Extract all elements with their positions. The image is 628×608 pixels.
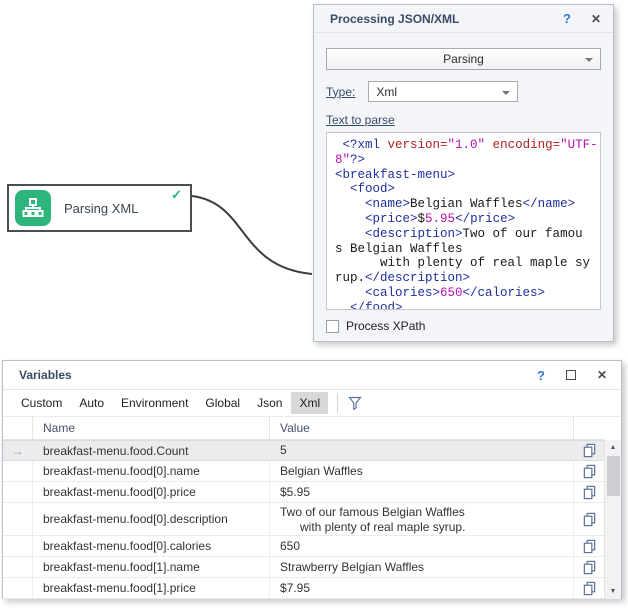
type-label[interactable]: Type: <box>326 85 355 99</box>
xml-line: <name>Belgian Waffles</name> <box>335 197 600 212</box>
xml-line: <food> <box>335 182 600 197</box>
variable-value: Two of our famous Belgian Waffles with p… <box>270 503 574 535</box>
table-row[interactable]: →breakfast-menu.food.Count5 <box>3 440 604 461</box>
scrollbar-thumb[interactable] <box>607 456 620 496</box>
chevron-down-icon <box>585 58 593 62</box>
copy-icon[interactable] <box>574 578 604 598</box>
variable-name: breakfast-menu.food.Count <box>33 441 270 460</box>
variables-table-body: →breakfast-menu.food.Count5breakfast-men… <box>3 440 621 599</box>
processing-dialog: Processing JSON/XML ? ✕ Parsing Type: Xm… <box>313 4 614 342</box>
tab-global[interactable]: Global <box>197 392 248 414</box>
variable-value: 5 <box>270 441 574 460</box>
action-dropdown-value: Parsing <box>327 52 600 66</box>
node-label: Parsing XML <box>64 201 138 216</box>
xml-line: rup.</description> <box>335 271 600 286</box>
column-header-value[interactable]: Value <box>270 417 574 439</box>
table-header: Name Value <box>3 417 604 440</box>
selected-row-marker-icon <box>3 482 33 502</box>
selected-row-marker-icon: → <box>3 441 33 460</box>
workflow-canvas: Parsing XML ✓ Processing JSON/XML ? ✕ Pa… <box>0 0 628 608</box>
close-button[interactable]: ✕ <box>591 12 601 26</box>
maximize-button[interactable] <box>566 370 576 380</box>
dialog-body: Parsing Type: Xml Text to parse <?xml ve… <box>314 48 613 333</box>
variables-tab-bar: CustomAutoEnvironmentGlobalJsonXml <box>3 390 621 417</box>
filter-icon[interactable] <box>347 395 363 411</box>
action-dropdown[interactable]: Parsing <box>326 48 601 70</box>
variables-panel: Variables ? ✕ CustomAutoEnvironmentGloba… <box>2 360 622 599</box>
copy-icon[interactable] <box>574 441 604 460</box>
table-row[interactable]: breakfast-menu.food[0].nameBelgian Waffl… <box>3 461 604 482</box>
copy-icon[interactable] <box>574 503 604 535</box>
selected-row-marker-icon <box>3 536 33 556</box>
header-icon-col <box>574 417 604 439</box>
xml-line: s Belgian Waffles <box>335 242 600 257</box>
text-to-parse-area[interactable]: <?xml version="1.0" encoding="UTF-8"?><b… <box>326 132 601 310</box>
process-xpath-checkbox[interactable] <box>326 320 339 333</box>
scroll-up-icon[interactable]: ▲ <box>605 440 621 455</box>
table-row[interactable]: breakfast-menu.food[1].nameStrawberry Be… <box>3 557 604 578</box>
variable-name: breakfast-menu.food[1].name <box>33 557 270 577</box>
help-button[interactable]: ? <box>537 368 545 383</box>
chevron-down-icon <box>502 91 510 95</box>
column-header-name[interactable]: Name <box>33 417 270 439</box>
dialog-title: Processing JSON/XML <box>330 12 563 26</box>
variable-value: 650 <box>270 536 574 556</box>
success-check-icon: ✓ <box>171 187 182 203</box>
close-button[interactable]: ✕ <box>597 368 607 382</box>
copy-icon[interactable] <box>574 557 604 577</box>
type-dropdown-value: Xml <box>376 85 397 99</box>
xml-line: with plenty of real maple sy <box>335 256 600 271</box>
variables-titlebar: Variables ? ✕ <box>3 361 621 390</box>
tab-json[interactable]: Json <box>249 392 290 414</box>
selected-row-marker-icon <box>3 557 33 577</box>
table-row[interactable]: breakfast-menu.food[0].calories650 <box>3 536 604 557</box>
variable-name: breakfast-menu.food[0].calories <box>33 536 270 556</box>
copy-icon[interactable] <box>574 482 604 502</box>
selected-row-marker-icon <box>3 503 33 535</box>
scroll-down-icon[interactable]: ▼ <box>605 584 621 599</box>
text-to-parse-label[interactable]: Text to parse <box>326 113 395 127</box>
variable-value: $7.95 <box>270 578 574 598</box>
variable-value: Belgian Waffles <box>270 461 574 481</box>
process-xpath-label: Process XPath <box>346 319 425 333</box>
tab-xml[interactable]: Xml <box>291 392 328 414</box>
help-button[interactable]: ? <box>563 11 571 26</box>
selected-row-marker-icon <box>3 578 33 598</box>
xml-line: <price>$5.95</price> <box>335 212 600 227</box>
variable-value: Strawberry Belgian Waffles <box>270 557 574 577</box>
hierarchy-icon <box>15 190 51 226</box>
variables-title: Variables <box>19 368 537 382</box>
tab-auto[interactable]: Auto <box>71 392 112 414</box>
xml-line: <breakfast-menu> <box>335 168 600 183</box>
table-row[interactable]: breakfast-menu.food[0].descriptionTwo of… <box>3 503 604 536</box>
tab-custom[interactable]: Custom <box>13 392 70 414</box>
type-dropdown[interactable]: Xml <box>368 81 518 102</box>
variable-value: $5.95 <box>270 482 574 502</box>
xml-line: </food> <box>335 301 600 310</box>
xml-line: <?xml version="1.0" encoding="UTF- <box>335 138 600 153</box>
tab-separator <box>337 393 338 413</box>
vertical-scrollbar[interactable]: ▲ ▼ <box>604 440 621 599</box>
tab-environment[interactable]: Environment <box>113 392 196 414</box>
dialog-titlebar: Processing JSON/XML ? ✕ <box>314 5 613 33</box>
variable-name: breakfast-menu.food[0].price <box>33 482 270 502</box>
variables-table: Name Value →breakfast-menu.food.Count5br… <box>3 417 621 599</box>
xml-line: <calories>650</calories> <box>335 286 600 301</box>
xml-line: <description>Two of our famou <box>335 227 600 242</box>
variable-name: breakfast-menu.food[1].price <box>33 578 270 598</box>
table-row[interactable]: breakfast-menu.food[0].price$5.95 <box>3 482 604 503</box>
copy-icon[interactable] <box>574 461 604 481</box>
table-row[interactable]: breakfast-menu.food[1].price$7.95 <box>3 578 604 599</box>
variable-name: breakfast-menu.food[0].name <box>33 461 270 481</box>
copy-icon[interactable] <box>574 536 604 556</box>
variable-name: breakfast-menu.food[0].description <box>33 503 270 535</box>
header-gutter <box>3 417 33 439</box>
selected-row-marker-icon <box>3 461 33 481</box>
node-parsing-xml[interactable]: Parsing XML ✓ <box>7 184 192 232</box>
xml-line: 8"?> <box>335 153 600 168</box>
